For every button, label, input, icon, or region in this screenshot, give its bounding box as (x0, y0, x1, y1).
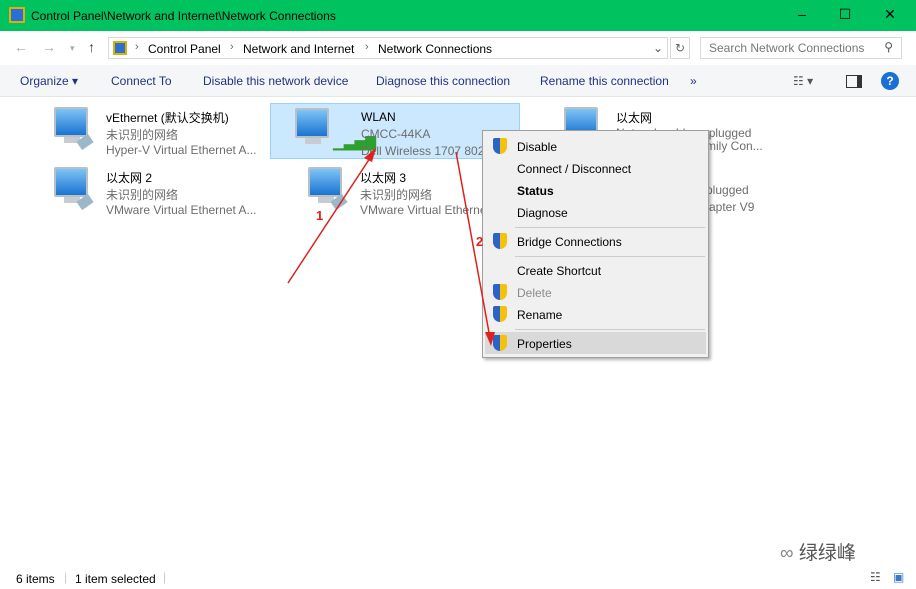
connect-to-button[interactable]: Connect To (111, 74, 172, 88)
connection-status: CMCC-44KA (361, 127, 431, 141)
refresh-button[interactable]: ↻ (670, 37, 690, 59)
dropdown-chevron-icon[interactable]: ⌄ (653, 41, 663, 55)
network-adapter-icon (308, 167, 342, 203)
wechat-icon: ∞ (780, 543, 799, 564)
menu-separator (515, 256, 705, 257)
window-title: Control Panel\Network and Internet\Netwo… (31, 9, 336, 23)
connection-name: 以太网 (616, 111, 653, 125)
forward-icon[interactable]: → (42, 39, 56, 55)
menu-bridge-connections[interactable]: Bridge Connections (485, 230, 706, 252)
menu-rename[interactable]: Rename (485, 303, 706, 325)
address-input[interactable]: › Control Panel › Network and Internet ›… (108, 37, 668, 59)
divider: | (163, 570, 167, 584)
connection-name: 以太网 2 (106, 171, 153, 185)
organize-button[interactable]: Organize ▾ (20, 74, 78, 88)
crumb-network-internet[interactable]: Network and Internet (243, 42, 354, 56)
network-adapter-icon (54, 167, 88, 203)
connection-name: vEthernet (默认交换机) (106, 111, 229, 125)
recent-chevron-icon[interactable]: ▾ (70, 43, 75, 54)
menu-connect-disconnect[interactable]: Connect / Disconnect (485, 157, 706, 179)
menu-status[interactable]: Status (485, 179, 706, 201)
connection-device: VMware Virtual Etherne (360, 203, 487, 217)
selection-count: 1 item selected (75, 572, 156, 586)
rename-button[interactable]: Rename this connection (540, 74, 669, 88)
search-input[interactable]: Search Network Connections ⚲ (700, 37, 902, 59)
connection-ethernet-2[interactable]: 以太网 2 未识别的网络 VMware Virtual Ethernet A..… (40, 163, 290, 219)
search-placeholder: Search Network Connections (709, 41, 865, 55)
connection-name: 以太网 3 (360, 171, 407, 185)
search-icon: ⚲ (884, 40, 893, 54)
network-adapter-icon (54, 107, 88, 143)
status-bar: 6 items | 1 item selected | ☷ ▣ (0, 568, 916, 589)
menu-delete: Delete (485, 281, 706, 303)
maximize-button[interactable]: ☐ (835, 6, 855, 23)
view-options-icon[interactable]: ☷ ▾ (793, 74, 813, 88)
address-bar-row: ← → ▾ ↑ › Control Panel › Network and In… (0, 31, 916, 65)
divider: | (64, 570, 68, 584)
diagnose-button[interactable]: Diagnose this connection (376, 74, 510, 88)
chevron-right-icon: › (135, 41, 139, 53)
connection-status: 未识别的网络 (106, 188, 179, 202)
details-view-icon[interactable]: ☷ (870, 570, 881, 584)
command-bar: Organize ▾ Connect To Disable this netwo… (0, 65, 916, 97)
connection-name: WLAN (361, 110, 396, 124)
preview-pane-icon[interactable] (846, 75, 862, 88)
connection-status: 未识别的网络 (360, 188, 433, 202)
uac-shield-icon (493, 138, 507, 154)
disable-device-button[interactable]: Disable this network device (203, 74, 348, 88)
menu-disable[interactable]: Disable (485, 135, 706, 157)
chevron-right-icon: › (365, 41, 369, 53)
minimize-button[interactable]: – (792, 6, 812, 22)
connection-status: 未识别的网络 (106, 128, 179, 142)
menu-properties[interactable]: Properties (485, 332, 706, 354)
up-icon[interactable]: ↑ (88, 39, 95, 55)
menu-diagnose[interactable]: Diagnose (485, 201, 706, 223)
connection-device: VMware Virtual Ethernet A... (106, 203, 257, 217)
uac-shield-icon (493, 335, 507, 351)
connection-device: Hyper-V Virtual Ethernet A... (106, 143, 257, 157)
menu-separator (515, 329, 705, 330)
context-menu: Disable Connect / Disconnect Status Diag… (482, 130, 709, 358)
large-icons-view-icon[interactable]: ▣ (893, 570, 904, 584)
connection-device-fragment: apter V9 (709, 200, 755, 214)
more-button[interactable]: » (690, 74, 697, 88)
menu-create-shortcut[interactable]: Create Shortcut (485, 259, 706, 281)
close-button[interactable]: ✕ (880, 6, 900, 23)
back-icon[interactable]: ← (14, 39, 28, 55)
uac-shield-icon (493, 233, 507, 249)
connection-status-fragment: plugged (706, 183, 749, 197)
uac-shield-icon (493, 284, 507, 300)
connection-vethernet[interactable]: vEthernet (默认交换机) 未识别的网络 Hyper-V Virtual… (40, 103, 290, 159)
crumb-control-panel[interactable]: Control Panel (148, 42, 221, 56)
uac-shield-icon (493, 306, 507, 322)
menu-separator (515, 227, 705, 228)
control-panel-icon (113, 41, 127, 55)
title-bar: Control Panel\Network and Internet\Netwo… (0, 0, 916, 31)
watermark: ∞ 绿绿峰 (780, 543, 856, 564)
help-icon[interactable]: ? (881, 72, 899, 90)
connection-device-fragment: mily Con... (706, 139, 763, 153)
item-count: 6 items (16, 572, 55, 586)
chevron-right-icon: › (230, 41, 234, 53)
connection-device: Dell Wireless 1707 802.1 (361, 144, 495, 158)
network-adapter-icon (295, 108, 329, 144)
crumb-network-connections[interactable]: Network Connections (378, 42, 492, 56)
network-connections-icon (9, 7, 25, 23)
